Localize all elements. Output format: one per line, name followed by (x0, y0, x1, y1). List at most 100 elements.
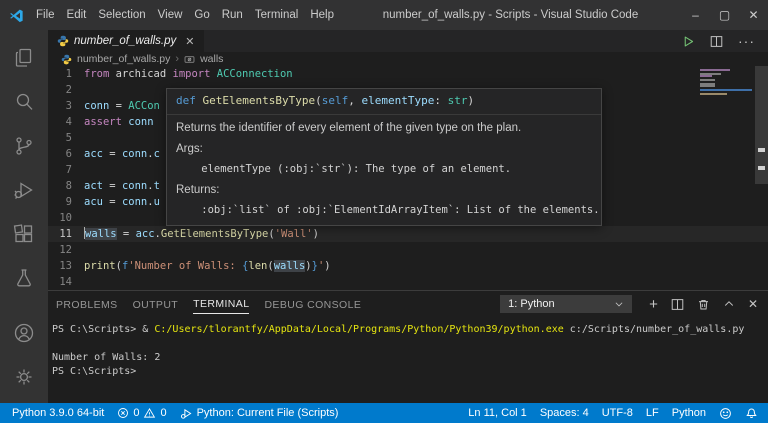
code-text: from archicad import ACConnection (72, 66, 293, 82)
menu-view[interactable]: View (152, 9, 189, 21)
python-interpreter-status[interactable]: Python 3.9.0 64-bit (12, 407, 104, 419)
extensions-icon[interactable] (0, 212, 48, 256)
panel-tab-problems[interactable]: PROBLEMS (56, 295, 118, 314)
line-number: 2 (65, 84, 72, 96)
line-number: 4 (65, 116, 72, 128)
eol-status[interactable]: LF (646, 407, 659, 419)
panel-tab-output[interactable]: OUTPUT (133, 295, 179, 314)
code-token: acu (84, 196, 103, 208)
notifications-bell-icon[interactable] (745, 407, 758, 420)
minimize-button[interactable]: – (681, 0, 710, 30)
code-text: acc = conn.c (72, 146, 160, 162)
minimap-row (700, 95, 752, 97)
hover-signature: def GetElementsByType(self, elementType:… (167, 89, 601, 115)
language-mode-status[interactable]: Python (672, 407, 706, 419)
tab-close-icon[interactable]: ✕ (185, 35, 194, 48)
indentation-status[interactable]: Spaces: 4 (540, 407, 589, 419)
code-token: assert (84, 116, 122, 128)
encoding-status[interactable]: UTF-8 (602, 407, 633, 419)
maximize-button[interactable]: ▢ (710, 0, 739, 30)
code-token: 'Number of Walls: (128, 260, 243, 272)
more-actions-icon[interactable]: ··· (738, 33, 755, 49)
code-editor[interactable]: 1 from archicad import ACConnection 2 3 conn… (48, 66, 768, 290)
run-and-debug-icon[interactable] (0, 168, 48, 212)
code-token: GetElementsByType (202, 94, 316, 107)
code-token: def (176, 94, 196, 107)
code-token: ) (312, 228, 319, 240)
terminal-text: PS C:\Scripts> (52, 366, 137, 377)
run-config-status[interactable]: Python: Current File (Scripts) (180, 407, 338, 420)
new-terminal-icon[interactable]: + (649, 297, 658, 312)
code-token: , (348, 94, 362, 107)
source-control-icon[interactable] (0, 124, 48, 168)
code-line-13[interactable]: 13 print(f'Number of Walls: {len(walls)}'… (48, 258, 768, 274)
chevron-down-icon (615, 302, 623, 307)
code-token: str (447, 94, 468, 107)
code-token: = (102, 148, 122, 160)
title-bar: File Edit Selection View Go Run Terminal Help n… (0, 0, 768, 30)
terminal-output[interactable]: PS C:\Scripts> & C:/Users/tlorantfy/AppD… (48, 317, 768, 403)
menu-file[interactable]: File (30, 9, 61, 21)
terminal-line: Number of Walls: 2 (52, 351, 760, 365)
account-icon[interactable] (0, 311, 48, 355)
cursor-position-status[interactable]: Ln 11, Col 1 (468, 407, 527, 419)
feedback-smiley-icon[interactable] (719, 407, 732, 420)
code-token: len (248, 260, 268, 272)
problems-status[interactable]: 0 0 (117, 407, 167, 419)
minimap[interactable] (700, 69, 752, 97)
code-token: conn (121, 148, 148, 160)
tab-number-of-walls[interactable]: number_of_walls.py ✕ (48, 30, 204, 52)
code-line-12[interactable]: 12 (48, 242, 768, 258)
panel-tab-terminal[interactable]: TERMINAL (193, 294, 250, 314)
panel-controls: 1: Python + ✕ (500, 295, 758, 313)
breadcrumb-file[interactable]: number_of_walls.py (77, 53, 170, 65)
close-panel-icon[interactable]: ✕ (748, 297, 758, 311)
split-terminal-icon[interactable] (671, 298, 684, 311)
breadcrumb[interactable]: number_of_walls.py › walls (48, 52, 768, 66)
code-token: GetElementsByType (160, 228, 269, 240)
hover-docs: Returns the identifier of every element … (167, 115, 601, 225)
code-token: archicad (109, 68, 173, 80)
explorer-icon[interactable] (0, 36, 48, 80)
panel-tab-debug-console[interactable]: DEBUG CONSOLE (264, 295, 361, 314)
editor-scrollbar[interactable] (755, 66, 768, 184)
activity-bar (0, 30, 48, 403)
menu-selection[interactable]: Selection (92, 9, 151, 21)
hover-args-detail: elementType (:obj:`str`): The type of an… (176, 163, 512, 175)
vscode-logo-icon (9, 8, 24, 23)
line-number: 7 (65, 164, 72, 176)
code-text: acu = conn.u (72, 194, 160, 210)
vscode-window: File Edit Selection View Go Run Terminal Help n… (0, 0, 768, 423)
kill-terminal-trash-icon[interactable] (697, 298, 710, 311)
search-icon[interactable] (0, 80, 48, 124)
code-line-1[interactable]: 1 from archicad import ACConnection (48, 66, 768, 82)
menu-edit[interactable]: Edit (61, 9, 93, 21)
code-token: conn (84, 100, 110, 112)
testing-icon[interactable] (0, 256, 48, 300)
settings-gear-icon[interactable] (0, 355, 48, 399)
code-token: from (84, 68, 110, 80)
code-token: acc (135, 228, 155, 240)
status-bar: Python 3.9.0 64-bit 0 0 Python: Current … (0, 403, 768, 423)
python-file-icon (57, 35, 69, 47)
breadcrumb-symbol[interactable]: walls (200, 53, 223, 65)
menu-terminal[interactable]: Terminal (249, 9, 304, 21)
line-number: 12 (59, 244, 72, 256)
code-line-14[interactable]: 14 (48, 274, 768, 290)
code-token: ) (467, 94, 475, 107)
menu-go[interactable]: Go (188, 9, 215, 21)
terminal-picker-dropdown[interactable]: 1: Python (500, 295, 633, 313)
close-button[interactable]: ✕ (739, 0, 768, 30)
code-token: walls (85, 228, 117, 240)
code-line-11[interactable]: 11 walls = acc.GetElementsByType('Wall') (48, 226, 768, 242)
menu-help[interactable]: Help (304, 9, 340, 21)
split-editor-icon[interactable] (710, 35, 723, 48)
window-controls: – ▢ ✕ (681, 0, 768, 30)
code-token: = (102, 196, 122, 208)
code-token: print (84, 260, 116, 272)
menu-run[interactable]: Run (216, 9, 249, 21)
bottom-panel: PROBLEMS OUTPUT TERMINAL DEBUG CONSOLE 1: P… (48, 290, 768, 403)
code-token: : (434, 94, 448, 107)
maximize-panel-chevron-icon[interactable] (723, 298, 735, 310)
run-python-file-button[interactable] (682, 35, 695, 48)
